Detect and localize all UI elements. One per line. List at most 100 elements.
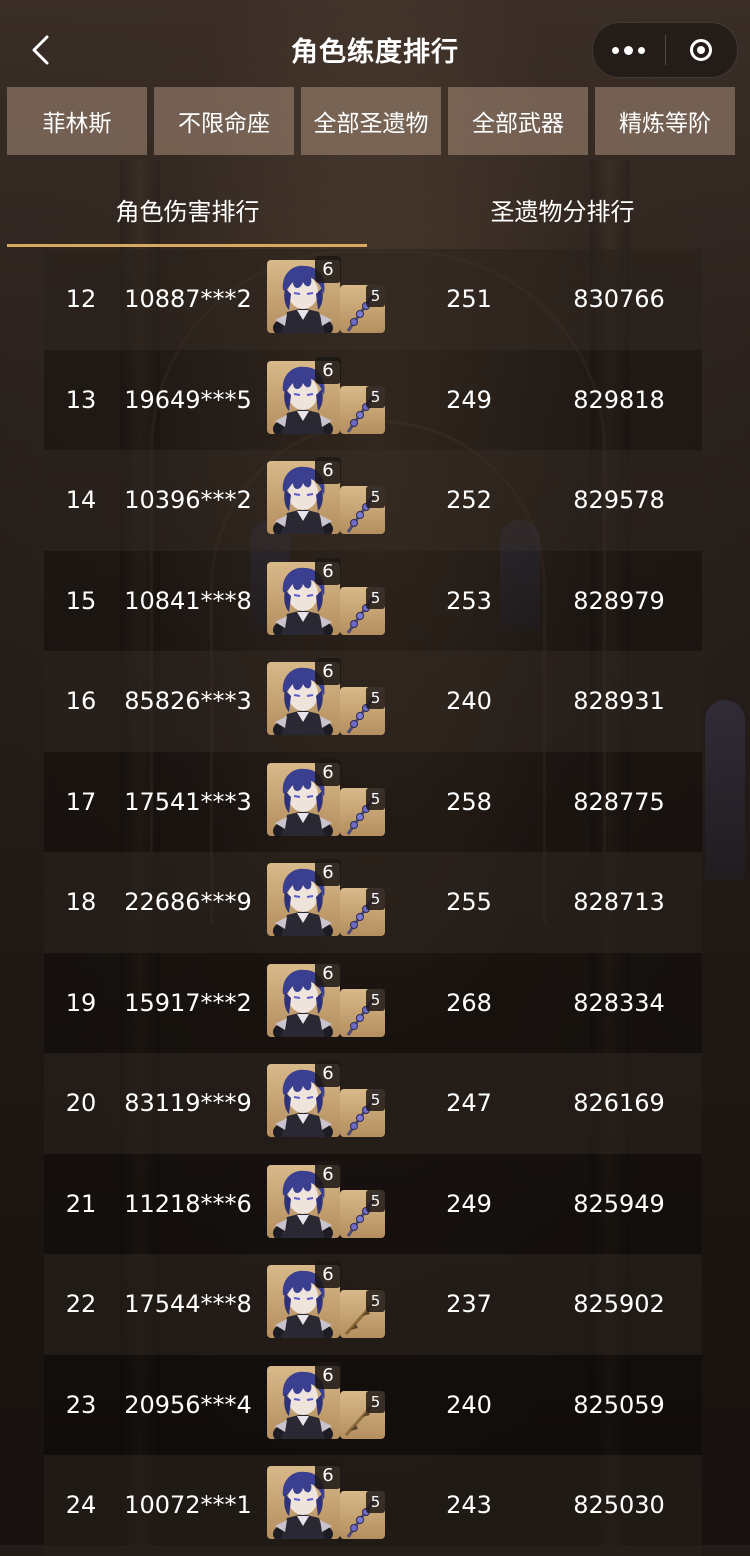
rank: 23 <box>65 1390 97 1419</box>
rank: 13 <box>65 385 97 414</box>
artifact-score: 253 <box>446 586 492 615</box>
constellation-badge: 6 <box>315 1361 341 1389</box>
more-dots-icon <box>612 45 646 55</box>
refinement-badge: 5 <box>366 586 385 609</box>
rank: 24 <box>65 1491 97 1520</box>
refinement-badge: 5 <box>366 888 385 910</box>
ranking-row[interactable]: 15 10841***8 6 5 253 828979 <box>44 550 702 651</box>
artifact-score: 240 <box>446 687 492 716</box>
constellation-badge: 6 <box>315 557 341 585</box>
damage-value: 825902 <box>573 1290 665 1319</box>
damage-value: 829818 <box>573 385 665 414</box>
damage-value: 828979 <box>573 586 665 615</box>
constellation-badge: 6 <box>315 758 341 786</box>
damage-value: 828775 <box>573 787 665 816</box>
header: 角色练度排行 <box>0 0 750 100</box>
constellation-badge: 6 <box>315 256 341 283</box>
constellation-badge: 6 <box>315 1462 341 1489</box>
ranking-row[interactable]: 17 17541***3 6 5 258 828775 <box>44 751 702 852</box>
stained-window <box>705 700 745 880</box>
artifact-score: 268 <box>446 988 492 1017</box>
tab-label: 圣遗物分排行 <box>490 197 635 226</box>
artifact-score: 249 <box>446 1189 492 1218</box>
ranking-row[interactable]: 19 15917***2 6 5 268 828334 <box>44 952 702 1053</box>
rank: 12 <box>65 285 97 314</box>
filter-character[interactable]: 菲林斯 <box>7 87 147 155</box>
refinement-badge: 5 <box>366 385 385 408</box>
player-uid: 19649***5 <box>124 385 252 414</box>
filter-artifacts[interactable]: 全部圣遗物 <box>301 87 441 155</box>
filter-weapons[interactable]: 全部武器 <box>448 87 588 155</box>
refinement-badge: 5 <box>366 687 385 709</box>
refinement-badge: 5 <box>366 1491 385 1513</box>
rank: 21 <box>65 1189 97 1218</box>
artifact-score: 252 <box>446 486 492 515</box>
artifact-score: 243 <box>446 1491 492 1520</box>
rank: 17 <box>65 787 97 816</box>
player-uid: 15917***2 <box>124 988 252 1017</box>
mini-program-capsule <box>592 22 738 78</box>
damage-value: 829578 <box>573 486 665 515</box>
player-uid: 22686***9 <box>124 888 252 917</box>
target-icon <box>690 39 713 61</box>
damage-value: 828713 <box>573 888 665 917</box>
refinement-badge: 5 <box>366 486 385 508</box>
ranking-row[interactable]: 21 11218***6 6 5 249 825949 <box>44 1153 702 1254</box>
artifact-score: 237 <box>446 1290 492 1319</box>
player-uid: 11218***6 <box>124 1189 252 1218</box>
constellation-badge: 6 <box>315 356 341 384</box>
ranking-row[interactable]: 12 10887***2 6 5 251 830766 <box>44 249 702 350</box>
tab-damage-ranking[interactable]: 角色伤害排行 <box>0 170 375 248</box>
refinement-badge: 5 <box>366 1189 385 1212</box>
more-button[interactable] <box>593 23 665 77</box>
constellation-badge: 6 <box>315 1160 341 1188</box>
artifact-score: 249 <box>446 385 492 414</box>
refinement-badge: 5 <box>366 787 385 810</box>
rank: 15 <box>65 586 97 615</box>
constellation-badge: 6 <box>315 1060 341 1087</box>
player-uid: 83119***9 <box>124 1089 252 1118</box>
artifact-score: 247 <box>446 1089 492 1118</box>
ranking-row[interactable]: 18 22686***9 6 5 255 828713 <box>44 852 702 953</box>
ranking-row[interactable]: 23 20956***4 6 5 240 825059 <box>44 1354 702 1455</box>
constellation-badge: 6 <box>315 859 341 886</box>
ranking-row[interactable]: 13 19649***5 6 5 249 829818 <box>44 349 702 450</box>
close-mini-program-button[interactable] <box>666 23 738 77</box>
rank: 19 <box>65 988 97 1017</box>
ranking-row[interactable]: 22 17544***8 6 5 237 825902 <box>44 1254 702 1355</box>
player-uid: 17541***3 <box>124 787 252 816</box>
rank: 22 <box>65 1290 97 1319</box>
damage-value: 826169 <box>573 1089 665 1118</box>
tab-label: 角色伤害排行 <box>115 197 260 226</box>
ranking-tabs: 角色伤害排行 圣遗物分排行 <box>0 170 750 248</box>
damage-value: 825949 <box>573 1189 665 1218</box>
filter-refinement[interactable]: 精炼等阶 <box>595 87 735 155</box>
constellation-badge: 6 <box>315 959 341 987</box>
rank: 20 <box>65 1089 97 1118</box>
damage-value: 830766 <box>573 285 665 314</box>
artifact-score: 251 <box>446 285 492 314</box>
refinement-badge: 5 <box>366 1390 385 1413</box>
ranking-row[interactable]: 14 10396***2 6 5 252 829578 <box>44 450 702 551</box>
player-uid: 10072***1 <box>124 1491 252 1520</box>
active-tab-indicator <box>7 244 367 247</box>
player-uid: 20956***4 <box>124 1390 252 1419</box>
damage-value: 828334 <box>573 988 665 1017</box>
tab-artifact-ranking[interactable]: 圣遗物分排行 <box>375 170 750 248</box>
player-uid: 10841***8 <box>124 586 252 615</box>
filter-bar: 菲林斯 不限命座 全部圣遗物 全部武器 精炼等阶 <box>7 87 747 155</box>
damage-value: 828931 <box>573 687 665 716</box>
damage-value: 825030 <box>573 1491 665 1520</box>
filter-constellation[interactable]: 不限命座 <box>154 87 294 155</box>
player-uid: 10396***2 <box>124 486 252 515</box>
constellation-badge: 6 <box>315 1261 341 1288</box>
player-uid: 85826***3 <box>124 687 252 716</box>
ranking-row[interactable]: 24 10072***1 6 5 243 825030 <box>44 1455 702 1556</box>
refinement-badge: 5 <box>366 285 385 307</box>
player-uid: 17544***8 <box>124 1290 252 1319</box>
ranking-row[interactable]: 16 85826***3 6 5 240 828931 <box>44 651 702 752</box>
artifact-score: 258 <box>446 787 492 816</box>
damage-value: 825059 <box>573 1390 665 1419</box>
rank: 16 <box>65 687 97 716</box>
ranking-row[interactable]: 20 83119***9 6 5 247 826169 <box>44 1053 702 1154</box>
